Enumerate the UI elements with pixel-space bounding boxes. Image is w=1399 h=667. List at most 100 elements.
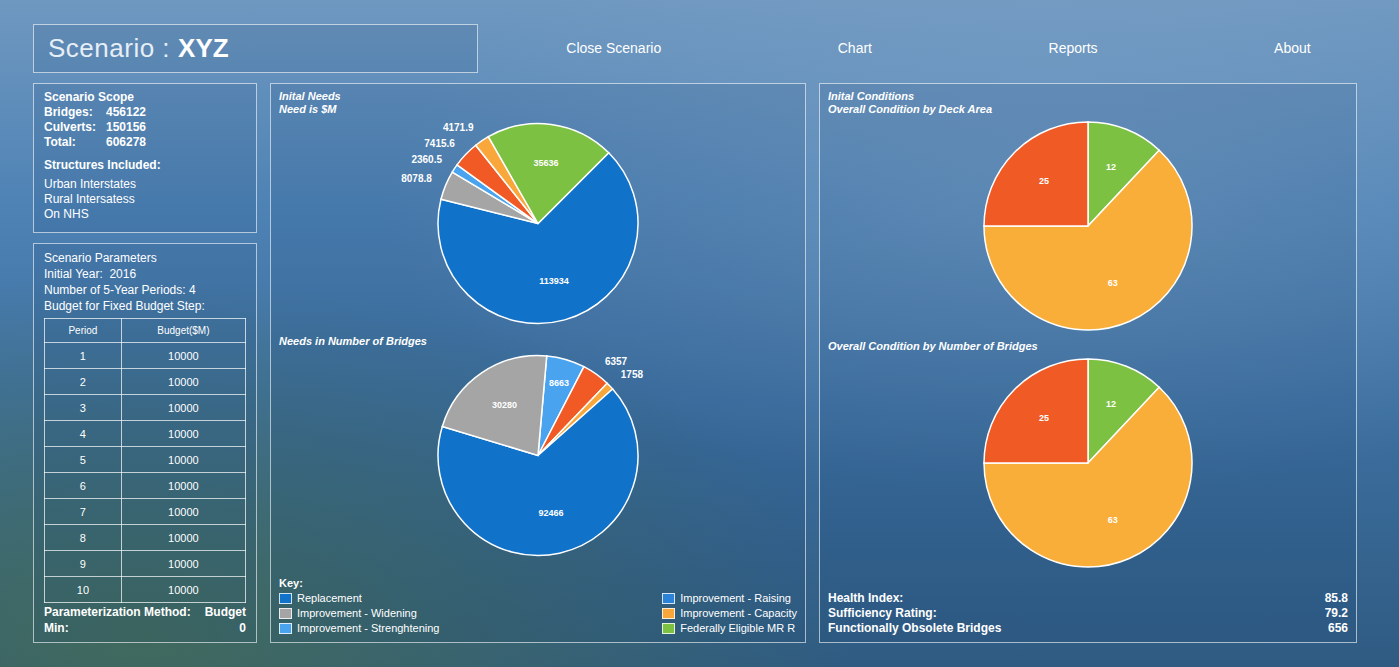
scope-count-label: Culverts:: [44, 120, 106, 135]
stat-label: Health Index:: [828, 591, 903, 606]
budget-cell: 10000: [121, 577, 245, 603]
initial-conditions-panel: Inital ConditionsOverall Condition by De…: [819, 83, 1357, 643]
initial-needs-panel: Inital NeedsNeed is $M1139348078.82360.5…: [270, 83, 806, 643]
chart-title: Inital Conditions: [828, 90, 1348, 103]
main-area: Scenario ScopeBridges:456122Culverts:150…: [0, 83, 1399, 643]
pie-slice: [488, 124, 608, 224]
budget-row: 210000: [45, 369, 246, 395]
chart-title: Inital Needs: [279, 90, 797, 103]
key-item: Improvement - Strenghtening: [279, 621, 439, 636]
scope-count-label: Total:: [44, 135, 106, 150]
condition-stats: Health Index:85.8Sufficiency Rating:79.2…: [828, 591, 1348, 636]
key-label: Replacement: [297, 591, 362, 606]
parameters-heading: Scenario Parameters: [44, 250, 246, 266]
stat-label: Sufficiency Rating:: [828, 606, 937, 621]
chart-title: Overall Condition by Deck Area: [828, 103, 1348, 116]
budget-row: 510000: [45, 447, 246, 473]
pie-chart: 126325: [938, 116, 1238, 336]
key-item: Improvement - Capacity: [662, 606, 797, 621]
chart-heading: Needs in Number of Bridges: [279, 335, 797, 348]
included-item: Rural Intersatess: [44, 192, 246, 207]
slice-label: 1758: [621, 369, 644, 380]
chart-heading: Overall Condition by Number of Bridges: [828, 340, 1348, 353]
budget-cell: 8: [45, 525, 122, 551]
budget-table: PeriodBudget($M)110000210000310000410000…: [44, 318, 246, 603]
pie-slice-group: [984, 122, 1088, 226]
budget-row: 110000: [45, 343, 246, 369]
pie-chart: 8663635717589246630280: [358, 348, 718, 563]
menu-item[interactable]: Reports: [1049, 38, 1098, 59]
budget-cell: 10000: [121, 395, 245, 421]
key-label: Improvement - Widening: [297, 606, 417, 621]
chart-key: Key:ReplacementImprovement - WideningImp…: [279, 575, 797, 637]
scenario-title-prefix: Scenario :: [48, 29, 170, 68]
budget-cell: 10000: [121, 551, 245, 577]
budget-cell: 2: [45, 369, 122, 395]
key-item: Improvement - Widening: [279, 606, 439, 621]
budget-cell: 10000: [121, 499, 245, 525]
key-swatch: [279, 608, 292, 619]
key-label: Improvement - Strenghtening: [297, 621, 439, 636]
budget-cell: 10000: [121, 447, 245, 473]
pie-slice: [984, 122, 1088, 226]
slice-label: 2360.5: [411, 154, 442, 165]
scenario-parameters-panel: Scenario ParametersInitial Year: 2016Num…: [33, 243, 257, 643]
budget-cell: 10000: [121, 473, 245, 499]
key-label: Improvement - Raising: [680, 591, 791, 606]
footer-label: Min:: [44, 620, 191, 636]
chart-heading: Inital ConditionsOverall Condition by De…: [828, 90, 1348, 116]
slice-label: 7415.6: [424, 138, 455, 149]
budget-row: 710000: [45, 499, 246, 525]
menu-item[interactable]: About: [1274, 38, 1311, 59]
included-heading: Structures Included:: [44, 158, 246, 173]
key-title: Key:: [279, 575, 797, 592]
stat-value: 656: [1328, 621, 1348, 636]
stat-label: Functionally Obsolete Bridges: [828, 621, 1001, 636]
parameter-line: Number of 5-Year Periods: 4: [44, 282, 246, 298]
left-column: Scenario ScopeBridges:456122Culverts:150…: [33, 83, 257, 643]
key-item: Replacement: [279, 591, 439, 606]
chart-title: Needs in Number of Bridges: [279, 335, 797, 348]
slice-label: 113934: [539, 276, 569, 286]
budget-cell: 4: [45, 421, 122, 447]
budget-column-header: Period: [45, 319, 122, 343]
stat-row: Sufficiency Rating: 79.2: [828, 606, 1348, 621]
stat-value: 79.2: [1325, 606, 1348, 621]
scope-count-row: Total:606278: [44, 135, 246, 150]
pie-chart: 126325: [938, 353, 1238, 573]
slice-label: 30280: [492, 400, 517, 410]
key-swatch: [662, 623, 675, 634]
footer-label: Parameterization Method:: [44, 604, 191, 620]
key-swatch: [662, 593, 675, 604]
slice-label: 92466: [538, 508, 563, 518]
chart-title: Need is $M: [279, 103, 797, 116]
background-photo: Scenario :XYZClose ScenarioChartReportsA…: [0, 0, 1399, 667]
scope-count-row: Bridges:456122: [44, 105, 246, 120]
menu-item[interactable]: Chart: [838, 38, 872, 59]
key-list: ReplacementImprovement - WideningImprove…: [279, 591, 797, 636]
budget-cell: 10000: [121, 525, 245, 551]
key-label: Improvement - Capacity: [680, 606, 797, 621]
key-swatch: [279, 593, 292, 604]
budget-cell: 10: [45, 577, 122, 603]
key-item: Federally Eligible MR R: [662, 621, 797, 636]
included-item: Urban Interstates: [44, 177, 246, 192]
slice-label: 12: [1106, 162, 1116, 172]
scope-count-value: 456122: [106, 105, 146, 120]
pie-slice-group: [442, 355, 546, 455]
budget-cell: 9: [45, 551, 122, 577]
slice-label: 4171.9: [443, 122, 474, 133]
included-item: On NHS: [44, 207, 246, 222]
budget-row: 810000: [45, 525, 246, 551]
slice-label: 63: [1108, 278, 1118, 288]
scope-count-value: 606278: [106, 135, 146, 150]
budget-row: 410000: [45, 421, 246, 447]
slice-label: 35636: [533, 158, 558, 168]
pie-slice: [984, 359, 1088, 463]
chart-heading: Inital NeedsNeed is $M: [279, 90, 797, 116]
footer-value: 0: [199, 620, 246, 636]
menu-item[interactable]: Close Scenario: [566, 38, 661, 59]
budget-cell: 10000: [121, 369, 245, 395]
budget-cell: 1: [45, 343, 122, 369]
key-item: Improvement - Raising: [662, 591, 797, 606]
